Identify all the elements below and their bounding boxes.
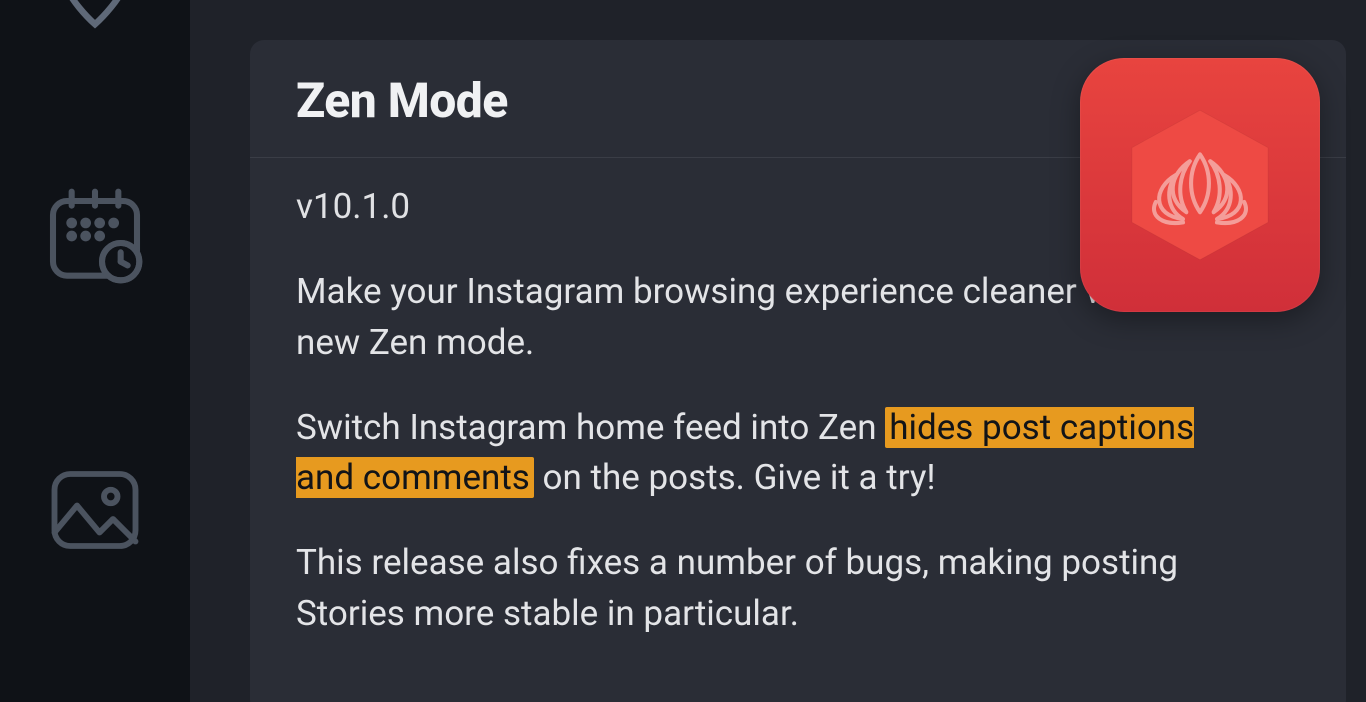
lotus-icon (1115, 100, 1285, 270)
app-root: Zen Mode v10.1.0 Make your Instagram bro… (0, 0, 1366, 702)
p2-before: Switch Instagram home feed into Zen (296, 407, 885, 448)
main-content: Zen Mode v10.1.0 Make your Instagram bro… (190, 0, 1366, 702)
release-paragraph-2: Switch Instagram home feed into Zen hide… (296, 403, 1216, 505)
app-badge[interactable] (1080, 58, 1320, 312)
sidebar-item-photo[interactable] (41, 456, 149, 568)
release-note-card: Zen Mode v10.1.0 Make your Instagram bro… (250, 40, 1346, 702)
sidebar-icon-location-partial[interactable] (0, 0, 190, 40)
p2-after: on the posts. Give it a try! (534, 457, 936, 498)
calendar-clock-icon (39, 180, 151, 292)
sidebar-item-calendar[interactable] (39, 180, 151, 296)
release-paragraph-1: Make your Instagram browsing experience … (296, 267, 1216, 369)
location-marker-icon (40, 0, 150, 38)
photo-icon (41, 456, 149, 564)
release-paragraph-3: This release also fixes a number of bugs… (296, 538, 1216, 640)
sidebar (0, 0, 190, 702)
